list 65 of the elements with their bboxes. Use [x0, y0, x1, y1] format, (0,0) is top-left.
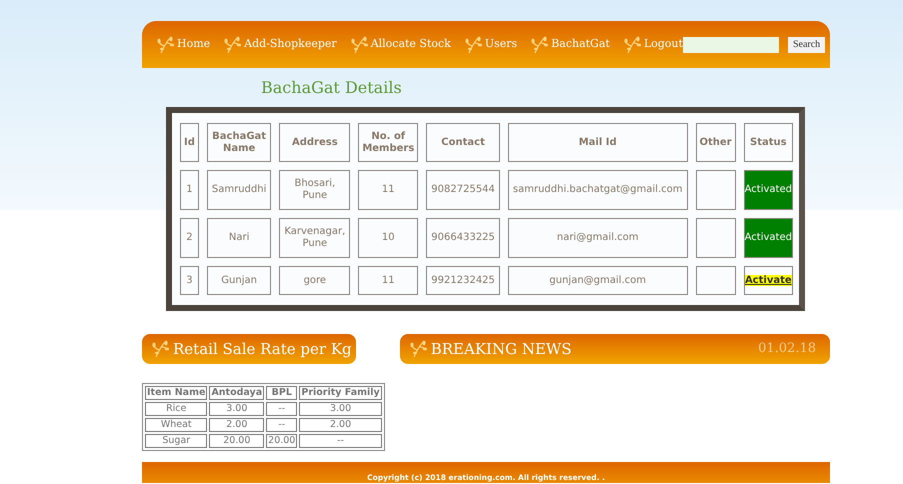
- table-cell: Rice: [145, 402, 208, 416]
- column-header: Antodaya: [209, 386, 264, 400]
- table-cell: nari@gmail.com: [508, 218, 688, 258]
- column-header: Id: [180, 123, 199, 162]
- panel-title: Retail Sale Rate per Kg: [173, 338, 352, 360]
- sprig-icon: [530, 36, 548, 54]
- activate-link[interactable]: Activate: [744, 274, 792, 286]
- column-header: Status: [744, 123, 793, 162]
- sprig-icon: [350, 36, 368, 54]
- table-cell: 9066433225: [426, 218, 500, 258]
- table-cell: Bhosari, Pune: [279, 170, 350, 210]
- nav-link[interactable]: Users: [484, 36, 518, 53]
- table-cell: Gunjan: [206, 266, 272, 295]
- table-cell: 3.00: [209, 402, 264, 416]
- nav-link[interactable]: Allocate Stock: [370, 36, 451, 53]
- column-header: No. of Members: [358, 123, 418, 162]
- status-cell: Activated: [744, 218, 793, 258]
- news-date: 01.02.18: [758, 340, 816, 358]
- nav-link[interactable]: Add-Shopkeeper: [244, 36, 337, 53]
- search-button[interactable]: Search: [788, 36, 826, 52]
- sprig-icon: [622, 36, 641, 54]
- table-cell: 11: [358, 266, 418, 295]
- table-cell: 2.00: [209, 418, 264, 432]
- nav-link[interactable]: BachatGat: [551, 36, 610, 53]
- table-cell: 2.00: [299, 418, 382, 432]
- sprig-icon: [151, 340, 169, 358]
- table-cell: Karvenagar, Pune: [279, 218, 350, 258]
- column-header: BachaGat Name: [206, 123, 272, 162]
- table-cell: 9921232425: [426, 266, 500, 295]
- sprig-icon: [408, 340, 427, 358]
- table-cell: 1: [180, 170, 199, 210]
- table-cell: gore: [279, 266, 350, 295]
- table-cell: 3.00: [299, 402, 382, 416]
- sprig-icon: [156, 36, 174, 54]
- panel-title: BREAKING NEWS: [430, 338, 572, 360]
- table-cell: Sugar: [145, 434, 208, 448]
- nav-link[interactable]: Logout: [644, 36, 683, 53]
- table-cell: 11: [358, 170, 418, 210]
- column-header: Mail Id: [508, 123, 688, 162]
- sprig-icon: [223, 36, 242, 54]
- table-cell: 2: [180, 218, 199, 258]
- table-cell: 3: [180, 266, 199, 295]
- table-cell: Wheat: [145, 418, 208, 432]
- nav-link[interactable]: Home: [177, 36, 210, 53]
- table-cell: 9082725544: [426, 170, 500, 210]
- table-cell: --: [266, 418, 298, 432]
- table-cell: samruddhi.bachatgat@gmail.com: [508, 170, 688, 210]
- table-cell: 20.00: [209, 434, 264, 448]
- column-header: Contact: [426, 123, 500, 162]
- column-header: BPL: [266, 386, 298, 400]
- sprig-icon: [464, 36, 482, 54]
- column-header: Item Name: [145, 386, 208, 400]
- table-cell: 10: [358, 218, 418, 258]
- page-title: BachaGat Details: [261, 78, 402, 98]
- column-header: Address: [279, 123, 350, 162]
- table-cell: gunjan@gmail.com: [508, 266, 688, 295]
- table-cell: Samruddhi: [206, 170, 272, 210]
- table-cell: --: [266, 402, 298, 416]
- column-header: Other: [696, 123, 736, 162]
- search-field[interactable]: [682, 36, 779, 52]
- table-cell: Nari: [206, 218, 272, 258]
- status-cell: Activated: [744, 170, 793, 210]
- table-cell: --: [299, 434, 382, 448]
- table-cell: 20.00: [266, 434, 298, 448]
- column-header: Priority Family: [299, 386, 382, 400]
